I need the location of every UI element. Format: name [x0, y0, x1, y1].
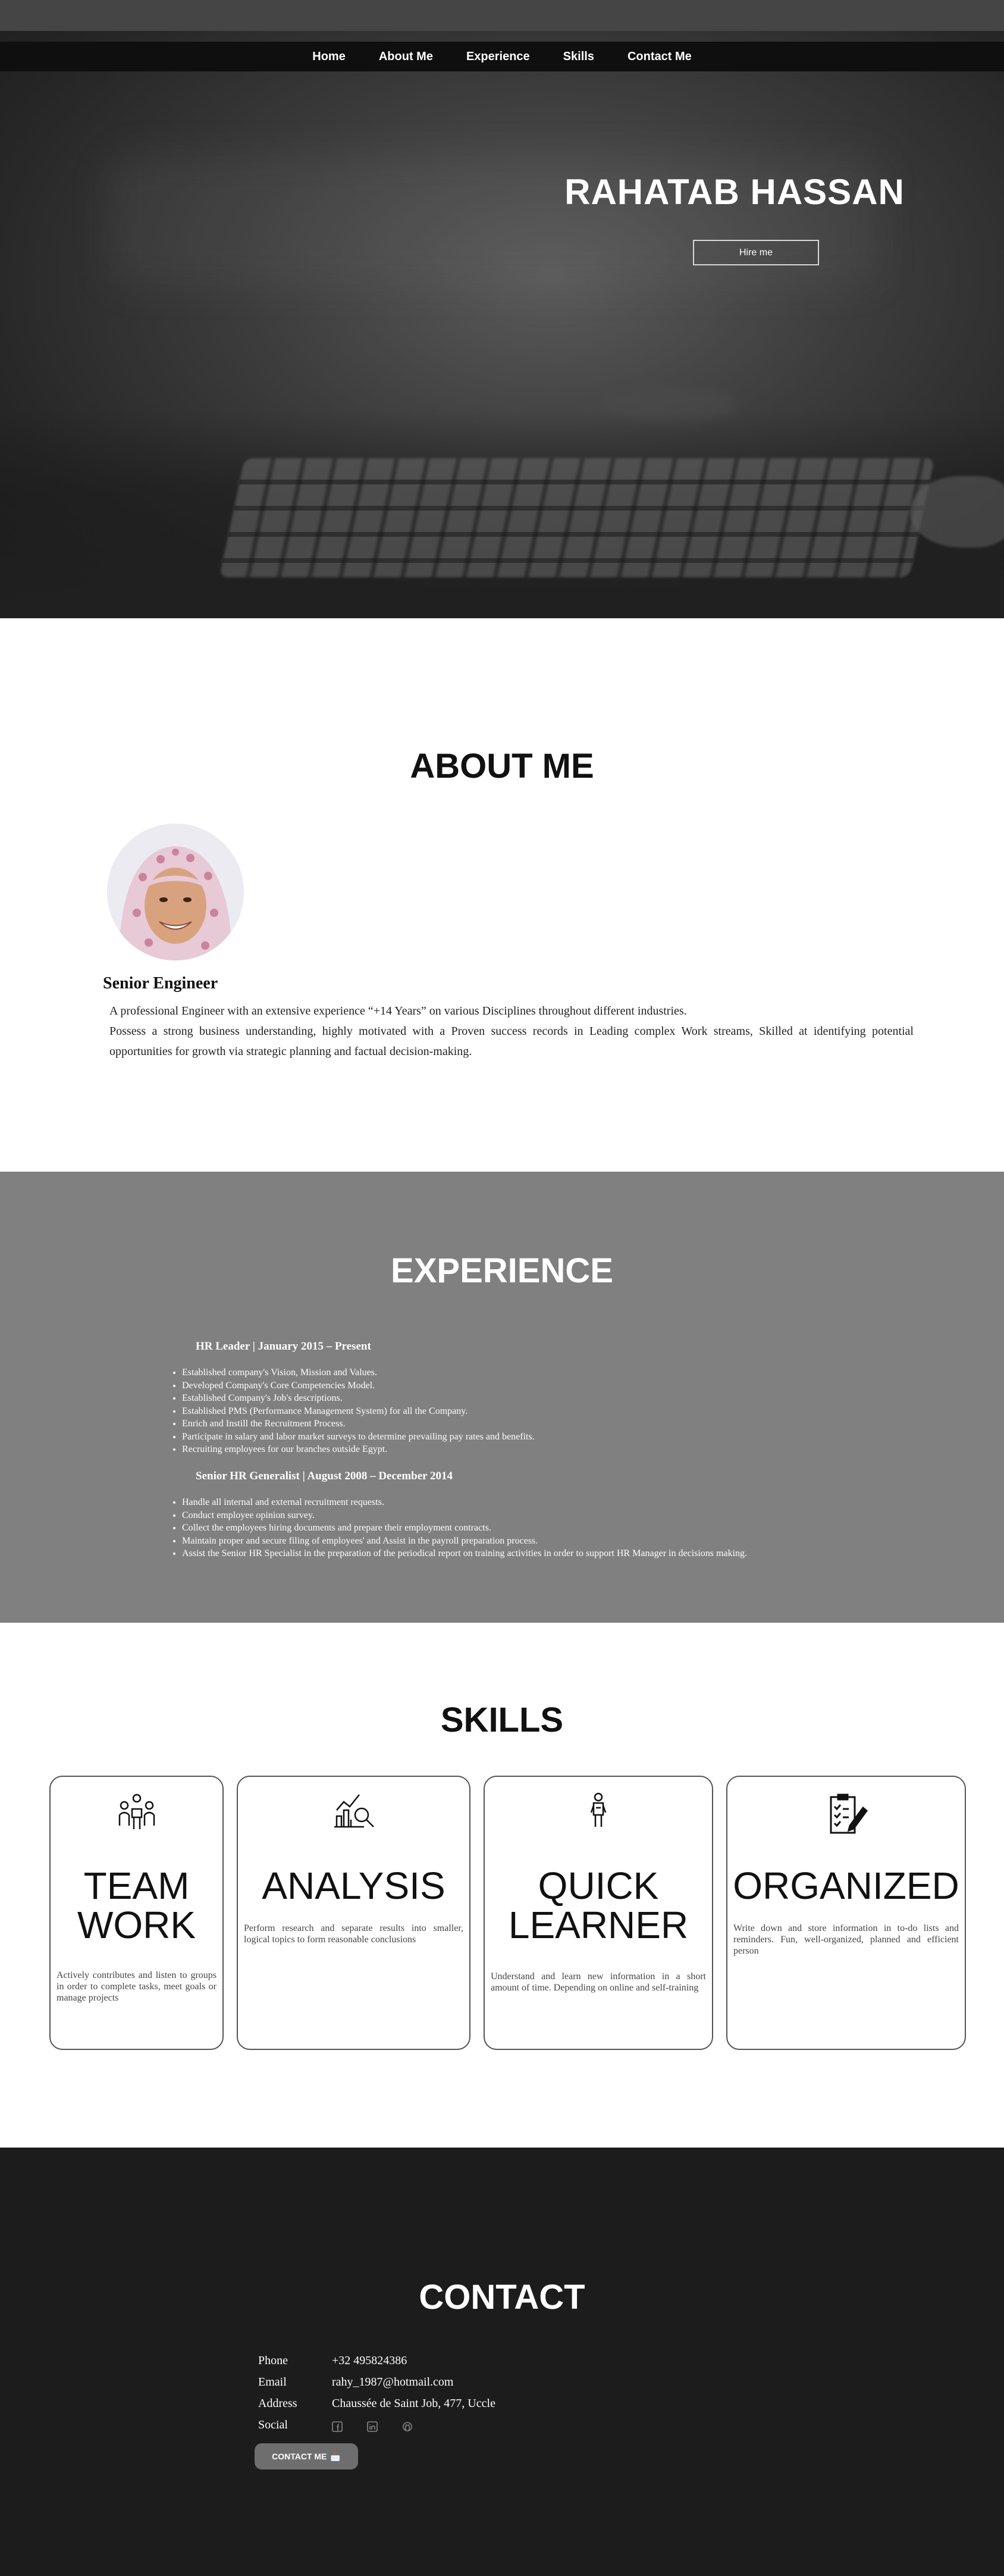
contact-social-label: Social: [258, 2418, 288, 2431]
about-paragraph-2: Possess a strong business understanding,…: [109, 1025, 914, 1058]
contact-email-label: Email: [258, 2375, 287, 2389]
list-item: Recruiting employees for our branches ou…: [182, 1443, 535, 1456]
hero-background-mouse: [910, 476, 1004, 547]
nav-link-home[interactable]: Home: [296, 42, 362, 71]
envelope-icon: 📩: [330, 2451, 341, 2461]
skill-card-team-work: TEAM WORK Actively contributes and liste…: [49, 1776, 224, 2050]
organized-icon: [727, 1791, 965, 1836]
hero-section: Home About Me Experience Skills Contact …: [0, 0, 1004, 618]
list-item: Collect the employees hiring documents a…: [182, 1522, 747, 1535]
social-links: [332, 2420, 434, 2433]
team-icon: [51, 1791, 222, 1833]
about-description: A professional Engineer with an extensiv…: [109, 1001, 914, 1062]
contact-address-label: Address: [258, 2397, 297, 2410]
job-list-2: Handle all internal and external recruit…: [182, 1496, 747, 1560]
experience-title: EXPERIENCE: [391, 1251, 613, 1290]
list-item: Enrich and Instill the Recruitment Proce…: [182, 1417, 535, 1431]
learner-icon: [485, 1791, 712, 1829]
list-item: Conduct employee opinion survey.: [182, 1509, 747, 1522]
contact-title: CONTACT: [419, 2278, 585, 2317]
contact-email-value[interactable]: rahy_1987@hotmail.com: [332, 2375, 454, 2389]
job-title-1: HR Leader | January 2015 – Present: [196, 1340, 371, 1353]
analysis-icon: [238, 1791, 469, 1830]
hero-name: RAHATAB HASSAN: [564, 172, 905, 212]
linkedin-icon[interactable]: [367, 2421, 378, 2433]
contact-me-button[interactable]: CONTACT ME 📩: [255, 2443, 358, 2469]
skill-description: Understand and learn new information in …: [491, 1971, 706, 1993]
list-item: Established PMS (Performance Management …: [182, 1405, 535, 1418]
skill-description: Perform research and separate results in…: [244, 1923, 463, 1945]
facebook-icon[interactable]: [332, 2421, 343, 2433]
about-role: Senior Engineer: [103, 974, 218, 993]
job-list-1: Established company's Vision, Mission an…: [182, 1366, 535, 1456]
contact-phone-label: Phone: [258, 2354, 288, 2367]
job-title-2: Senior HR Generalist | August 2008 – Dec…: [196, 1470, 453, 1482]
skill-title: QUICK LEARNER: [508, 1864, 689, 1946]
about-section: ABOUT ME Senior Engineer A professional …: [0, 618, 1004, 1172]
nav-link-contact[interactable]: Contact Me: [611, 42, 708, 71]
contact-address-value: Chaussée de Saint Job, 477, Uccle: [332, 2397, 495, 2410]
contact-me-button-label: CONTACT ME: [272, 2452, 327, 2461]
list-item: Assist the Senior HR Specialist in the p…: [182, 1547, 747, 1560]
list-item: Developed Company's Core Competencies Mo…: [182, 1379, 535, 1392]
hire-me-button[interactable]: Hire me: [693, 240, 819, 265]
about-paragraph-1: A professional Engineer with an extensiv…: [109, 1004, 687, 1018]
skill-title: ORGANIZED: [733, 1864, 959, 1907]
avatar: [107, 824, 244, 960]
list-item: Participate in salary and labor market s…: [182, 1431, 535, 1444]
skill-card-organized: ORGANIZED Write down and store informati…: [726, 1776, 966, 2050]
skill-card-analysis: ANALYSIS Perform research and separate r…: [237, 1776, 470, 2050]
experience-section: EXPERIENCE HR Leader | January 2015 – Pr…: [0, 1172, 1004, 1623]
list-item: Established company's Vision, Mission an…: [182, 1366, 535, 1379]
skills-section: SKILLS TEAM WORK Actively contributes an…: [0, 1623, 1004, 2148]
contact-phone-value[interactable]: +32 495824386: [332, 2354, 407, 2368]
contact-section: CONTACT Phone +32 495824386 Email rahy_1…: [0, 2148, 1004, 2576]
list-item: Established Company's Job's descriptions…: [182, 1392, 535, 1405]
about-title: ABOUT ME: [410, 747, 594, 785]
list-item: Maintain proper and secure filing of emp…: [182, 1535, 747, 1548]
hero-background-keyboard-rows: [219, 458, 935, 577]
skill-title: TEAM WORK: [77, 1864, 196, 1946]
nav-link-skills[interactable]: Skills: [547, 42, 611, 71]
nav-link-about[interactable]: About Me: [362, 42, 450, 71]
github-icon[interactable]: [402, 2421, 413, 2432]
list-item: Handle all internal and external recruit…: [182, 1496, 747, 1509]
skill-description: Actively contributes and listen to group…: [57, 1970, 217, 2003]
navbar: Home About Me Experience Skills Contact …: [0, 42, 1004, 71]
nav-link-experience[interactable]: Experience: [450, 42, 547, 71]
skill-description: Write down and store information in to-d…: [733, 1923, 959, 1956]
skills-title: SKILLS: [440, 1701, 564, 1739]
skill-card-quick-learner: QUICK LEARNER Understand and learn new i…: [484, 1776, 713, 2050]
skill-title: ANALYSIS: [262, 1864, 445, 1907]
hero-top-bar: [0, 0, 1004, 31]
